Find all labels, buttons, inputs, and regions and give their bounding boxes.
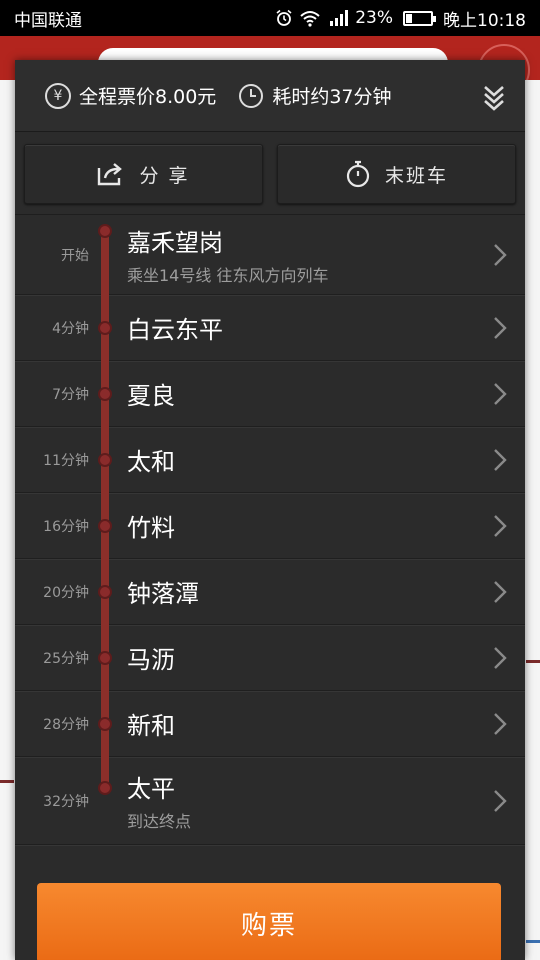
station-row[interactable]: 4分钟 白云东平 (15, 295, 525, 361)
alarm-icon (276, 9, 292, 26)
stopwatch-icon (346, 160, 370, 188)
chevron-right-icon (485, 580, 515, 604)
station-row[interactable]: 7分钟 夏良 (15, 361, 525, 427)
station-name: 白云东平 (127, 316, 223, 344)
clock-time: 晚上10:18 (443, 10, 526, 31)
chevron-right-icon (485, 789, 515, 813)
station-text: 嘉禾望岗 乘坐14号线 往东风方向列车 (127, 223, 485, 286)
chevron-right-icon (485, 316, 515, 340)
station-time: 32分钟 (43, 793, 89, 810)
fare-text: 全程票价8.00元 (79, 86, 217, 108)
battery-percent: 23% (355, 8, 393, 28)
route-summary: ¥ 全程票价8.00元 耗时约37分钟 (15, 60, 525, 132)
station-name: 竹料 (127, 514, 175, 542)
station-name: 新和 (127, 712, 175, 740)
battery-level (406, 13, 412, 23)
duration-text: 耗时约37分钟 (272, 86, 392, 108)
station-row[interactable]: 32分钟 太平 到达终点 (15, 757, 525, 845)
station-time: 开始 (61, 247, 89, 264)
duration-summary: 耗时约37分钟 (238, 82, 392, 109)
station-subtitle: 乘坐14号线 往东风方向列车 (127, 266, 329, 285)
buy-area: 购票 (15, 870, 525, 960)
station-name: 太和 (127, 448, 175, 476)
station-text: 竹料 (127, 508, 485, 543)
station-row[interactable]: 25分钟 马沥 (15, 625, 525, 691)
station-row[interactable]: 11分钟 太和 (15, 427, 525, 493)
station-name: 马沥 (127, 646, 175, 674)
clock-icon (239, 83, 264, 108)
station-dot (98, 453, 112, 467)
station-text: 太和 (127, 442, 485, 477)
station-dot (98, 321, 112, 335)
chevron-right-icon (485, 712, 515, 736)
action-bar: 分 享 末班车 (15, 132, 525, 215)
station-time: 11分钟 (43, 452, 89, 469)
station-dot (98, 717, 112, 731)
station-time: 25分钟 (43, 650, 89, 667)
share-icon (98, 163, 123, 186)
route-line (101, 233, 109, 791)
map-line (526, 660, 540, 663)
signal-4g-icon (330, 10, 349, 26)
chevron-right-icon (485, 646, 515, 670)
station-name: 太平 (127, 775, 175, 803)
station-dot (98, 651, 112, 665)
station-row[interactable]: 20分钟 钟落潭 (15, 559, 525, 625)
station-time: 20分钟 (43, 584, 89, 601)
battery-icon (403, 10, 436, 26)
station-name: 夏良 (127, 382, 175, 410)
station-subtitle: 到达终点 (127, 812, 192, 831)
station-dot (98, 387, 112, 401)
share-button[interactable]: 分 享 (24, 144, 263, 204)
station-list: 开始 嘉禾望岗 乘坐14号线 往东风方向列车 4分钟 白云东平 7分钟 夏良 1… (15, 215, 525, 845)
wifi-icon (300, 11, 320, 27)
buy-ticket-button[interactable]: 购票 (37, 883, 501, 960)
carrier-name: 中国联通 (14, 10, 82, 31)
station-text: 马沥 (127, 640, 485, 675)
fare-summary: ¥ 全程票价8.00元 (45, 82, 216, 109)
station-time: 16分钟 (43, 518, 89, 535)
chevron-right-icon (485, 514, 515, 538)
station-text: 新和 (127, 706, 485, 741)
share-label: 分 享 (139, 164, 190, 187)
last-train-label: 末班车 (384, 164, 448, 187)
station-dot (98, 781, 112, 795)
route-detail-panel: ¥ 全程票价8.00元 耗时约37分钟 分 享 末班车 开始 嘉禾望岗 乘坐14… (15, 60, 525, 960)
station-row[interactable]: 16分钟 竹料 (15, 493, 525, 559)
yen-circle-icon: ¥ (45, 82, 71, 109)
station-dot (98, 519, 112, 533)
station-name: 钟落潭 (127, 580, 199, 608)
double-chevron-down-icon[interactable] (479, 81, 509, 111)
station-row[interactable]: 开始 嘉禾望岗 乘坐14号线 往东风方向列车 (15, 215, 525, 295)
station-time: 28分钟 (43, 716, 89, 733)
station-dot (98, 585, 112, 599)
station-time: 4分钟 (52, 320, 89, 337)
station-text: 钟落潭 (127, 574, 485, 609)
chevron-right-icon (485, 448, 515, 472)
station-name: 嘉禾望岗 (127, 229, 223, 257)
chevron-right-icon (485, 382, 515, 406)
chevron-right-icon (485, 243, 515, 267)
station-text: 夏良 (127, 376, 485, 411)
station-time: 7分钟 (52, 386, 89, 403)
station-dot (98, 224, 112, 238)
station-text: 太平 到达终点 (127, 769, 485, 832)
status-bar: 中国联通 23% 晚上10:18 (0, 0, 540, 36)
map-line (526, 940, 540, 943)
status-icons: 23% 晚上10:18 (275, 6, 526, 31)
station-row[interactable]: 28分钟 新和 (15, 691, 525, 757)
station-text: 白云东平 (127, 310, 485, 345)
map-line (0, 780, 14, 783)
last-train-button[interactable]: 末班车 (277, 144, 516, 204)
